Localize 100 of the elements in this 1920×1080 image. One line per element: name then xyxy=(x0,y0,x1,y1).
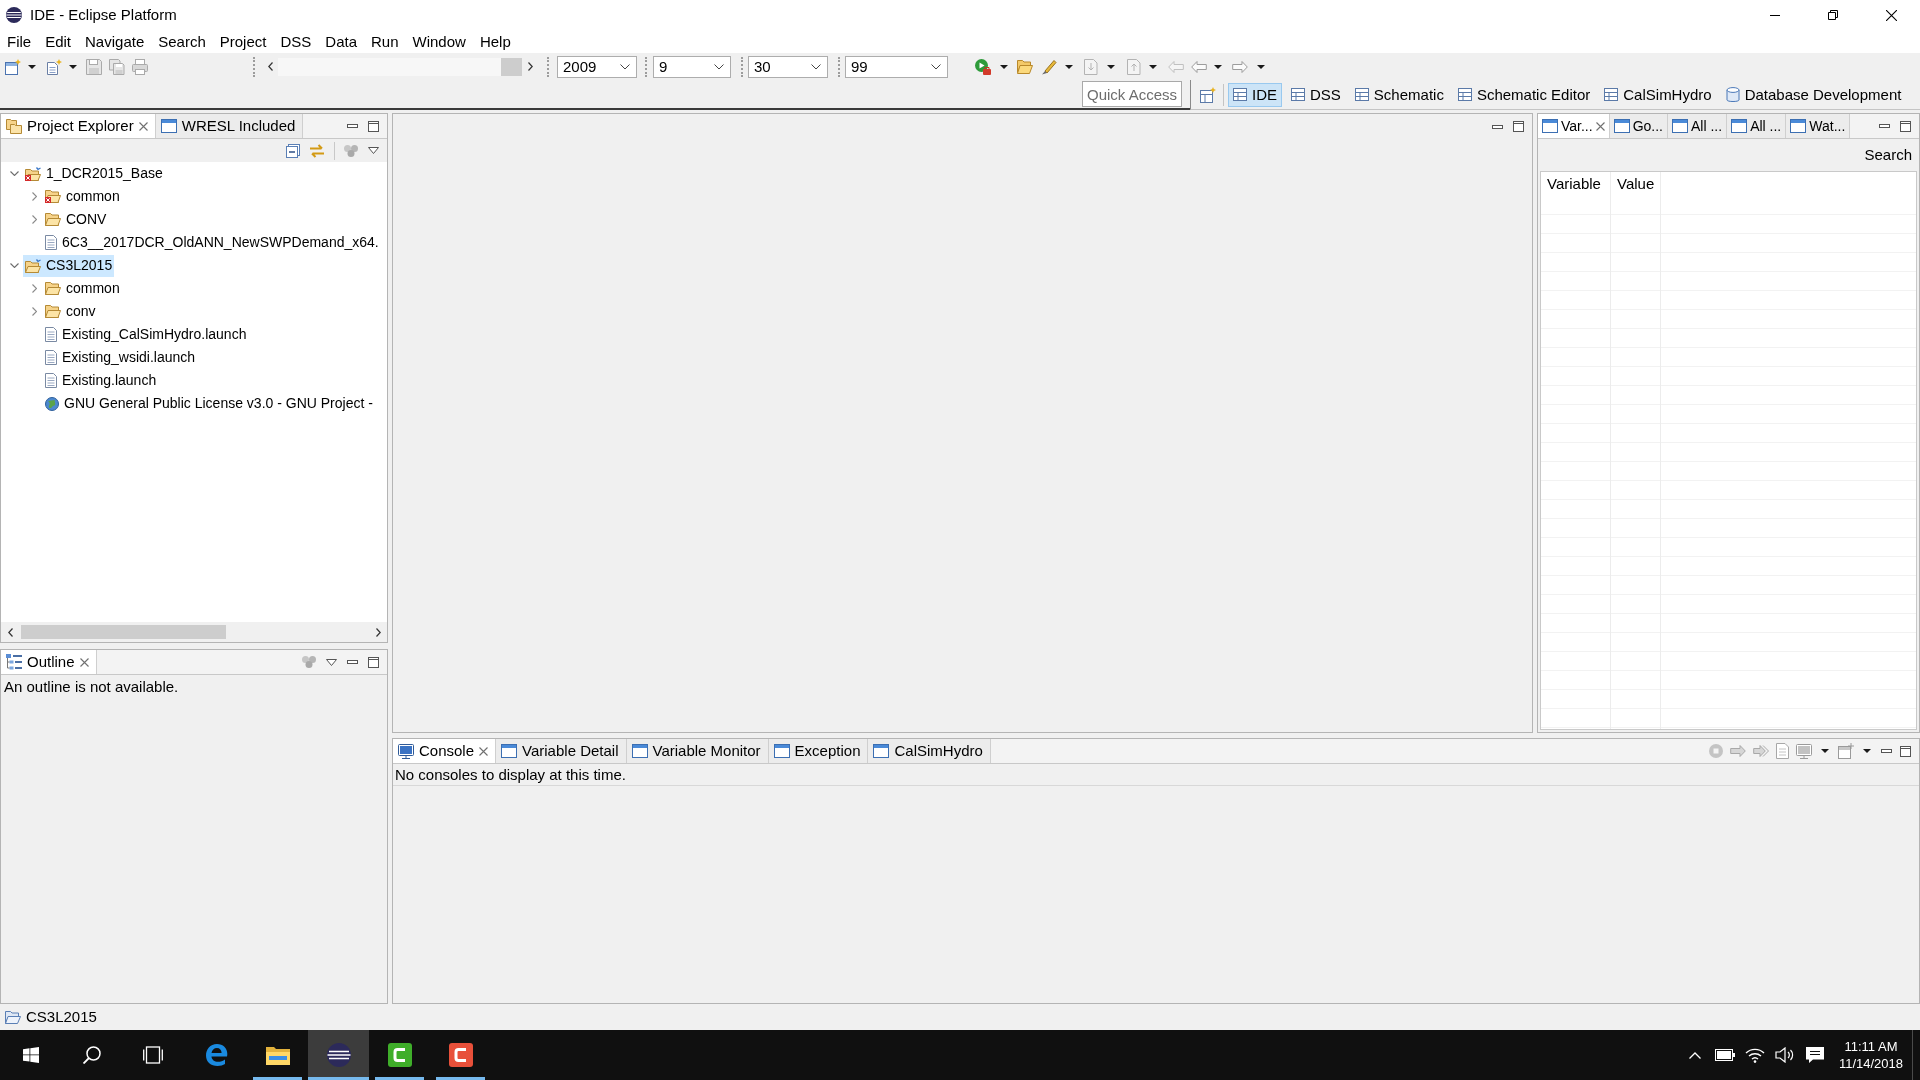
caret-icon[interactable] xyxy=(1107,64,1115,69)
combo-box[interactable]: 2009 xyxy=(557,55,637,78)
minimize-icon[interactable] xyxy=(346,660,358,664)
column-header[interactable]: Variable xyxy=(1541,172,1611,196)
chevron-up-icon[interactable] xyxy=(1689,1051,1701,1059)
view-tab[interactable]: All ... xyxy=(1668,114,1728,138)
tree-item[interactable]: common xyxy=(43,185,122,208)
minimize-icon[interactable] xyxy=(1880,749,1892,753)
caret-icon[interactable] xyxy=(69,64,77,69)
caret-icon[interactable] xyxy=(1000,64,1008,69)
menu-item[interactable]: Navigate xyxy=(78,30,152,53)
new-window-icon[interactable] xyxy=(5,58,21,75)
maximize-icon[interactable] xyxy=(367,656,379,668)
menu-item[interactable]: DSS xyxy=(273,30,319,53)
monitor-icon[interactable] xyxy=(1796,743,1812,759)
menu-item[interactable]: Help xyxy=(472,30,518,53)
maximize-icon[interactable] xyxy=(1512,121,1524,132)
menu-item[interactable]: Search xyxy=(151,30,213,53)
perspective-button[interactable]: Schematic xyxy=(1349,82,1449,107)
tree-item[interactable]: CONV xyxy=(43,208,109,231)
battery-icon[interactable] xyxy=(1715,1049,1735,1061)
caret-icon[interactable] xyxy=(1821,749,1829,753)
perspective-button[interactable]: CalSimHydro xyxy=(1599,82,1717,107)
new-window-icon[interactable] xyxy=(1838,743,1854,759)
slider-thumb[interactable] xyxy=(501,57,522,76)
caret-icon[interactable] xyxy=(1863,749,1871,753)
minimize-icon[interactable] xyxy=(1878,124,1890,128)
taskbar-button[interactable] xyxy=(308,1030,369,1080)
tree-item[interactable]: common xyxy=(43,277,122,300)
close-icon[interactable] xyxy=(1885,9,1897,21)
minimize-icon[interactable] xyxy=(346,124,358,128)
menu-item[interactable]: Project xyxy=(212,30,274,53)
search-icon[interactable] xyxy=(82,1046,101,1064)
view-tab[interactable]: WRESL Included xyxy=(155,114,304,138)
quick-access-field[interactable]: Quick Access xyxy=(1082,81,1182,107)
menu-item[interactable]: Data xyxy=(318,30,364,53)
dropdown-icon[interactable] xyxy=(325,658,337,666)
tree-item[interactable]: 1_DCR2015_Base xyxy=(23,162,165,185)
view-tab[interactable]: Exception xyxy=(768,739,869,763)
speaker-icon[interactable] xyxy=(1775,1047,1795,1063)
view-tab[interactable]: Variable Monitor xyxy=(626,739,769,763)
arrow-right-icon[interactable] xyxy=(1232,60,1248,73)
caret-icon[interactable] xyxy=(28,64,36,69)
maximize-icon[interactable] xyxy=(1899,745,1911,757)
wifi-icon[interactable] xyxy=(1745,1047,1765,1063)
notification-icon[interactable] xyxy=(1806,1047,1824,1063)
view-tab[interactable]: All ... xyxy=(1727,114,1787,138)
maximize-icon[interactable] xyxy=(1899,120,1911,132)
minimize-icon[interactable] xyxy=(1491,124,1503,129)
view-tab[interactable]: Variable Detail xyxy=(496,739,627,763)
menu-item[interactable]: File xyxy=(0,30,39,53)
perspective-button[interactable]: IDE xyxy=(1228,82,1282,107)
tree-item[interactable]: CS3L2015 xyxy=(23,254,115,277)
play-icon[interactable] xyxy=(975,58,991,75)
restore-icon[interactable] xyxy=(1828,10,1838,20)
tree-item[interactable]: Existing_wsidi.launch xyxy=(43,346,198,369)
view-tab[interactable]: Var... xyxy=(1538,114,1610,138)
collapse-all-icon[interactable] xyxy=(286,143,300,158)
column-header[interactable]: Value xyxy=(1611,172,1661,196)
menu-item[interactable]: Window xyxy=(405,30,473,53)
tree-item[interactable]: conv xyxy=(43,300,98,323)
perspective-button[interactable]: Schematic Editor xyxy=(1452,82,1596,107)
view-tab[interactable]: Go... xyxy=(1609,114,1668,138)
chevron-down-icon[interactable] xyxy=(9,263,19,268)
caret-icon[interactable] xyxy=(1214,64,1222,69)
chevron-right-icon[interactable] xyxy=(527,62,533,71)
arrow-left-icon[interactable] xyxy=(1191,60,1207,73)
view-tab[interactable]: CalSimHydro xyxy=(868,739,991,763)
combo-box[interactable]: 30 xyxy=(748,55,828,78)
slider-track[interactable] xyxy=(278,57,522,76)
view-tab[interactable]: Console xyxy=(393,739,497,763)
scrollbar-thumb[interactable] xyxy=(21,625,226,639)
maximize-icon[interactable] xyxy=(367,120,379,132)
combo-box[interactable]: 9 xyxy=(653,55,731,78)
minimize-icon[interactable] xyxy=(1770,14,1780,16)
view-tab[interactable]: Wat... xyxy=(1786,114,1851,138)
caret-icon[interactable] xyxy=(1257,64,1265,69)
tree-item[interactable]: Existing_CalSimHydro.launch xyxy=(43,323,249,346)
start-icon[interactable] xyxy=(22,1047,39,1063)
view-tab[interactable]: Outline xyxy=(1,650,97,674)
chevron-right-icon[interactable] xyxy=(375,627,381,637)
perspective-button[interactable]: DSS xyxy=(1286,82,1346,107)
search-button[interactable]: Search xyxy=(1862,146,1914,164)
perspective-button[interactable]: Database Development xyxy=(1720,82,1907,107)
dropdown-icon[interactable] xyxy=(367,147,379,154)
caret-icon[interactable] xyxy=(1065,64,1073,69)
caret-icon[interactable] xyxy=(1149,64,1157,69)
task-view-icon[interactable] xyxy=(142,1046,163,1064)
chevron-left-icon[interactable] xyxy=(267,62,273,71)
menu-item[interactable]: Edit xyxy=(38,30,79,53)
tree-item[interactable]: GNU General Public License v3.0 - GNU Project - xyxy=(43,392,375,415)
open-folder-icon[interactable] xyxy=(1017,59,1033,74)
new-file-icon[interactable] xyxy=(46,58,62,75)
chevron-down-icon[interactable] xyxy=(9,171,19,176)
chevron-left-icon[interactable] xyxy=(7,627,13,637)
pencil-icon[interactable] xyxy=(1041,58,1057,75)
tree-item[interactable]: Existing.launch xyxy=(43,369,159,392)
tree-item[interactable]: 6C3__2017DCR_OldANN_NewSWPDemand_x64. xyxy=(43,231,381,254)
view-tab[interactable]: Project Explorer xyxy=(1,114,156,138)
combo-box[interactable]: 99 xyxy=(845,55,948,78)
